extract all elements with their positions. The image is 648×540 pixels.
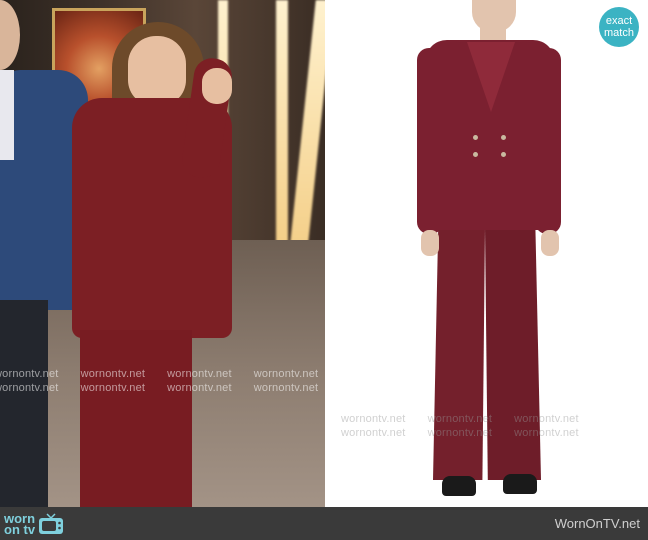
watermark-row: wornontv.net wornontv.net wornontv.net worn… — [0, 382, 427, 394]
watermark-text: wornontv.net — [427, 427, 493, 439]
man-shirt — [0, 70, 14, 160]
watermark-row: wornontv.net wornontv.net wornontv.net — [341, 413, 601, 425]
logo-wordmark: worn on tv — [4, 512, 36, 537]
watermark-text: wornontv.net — [253, 382, 319, 394]
blazer-button — [501, 152, 506, 157]
watermark-text: wornontv.net — [0, 368, 59, 380]
man-pants — [0, 300, 48, 507]
site-name-label[interactable]: WornOnTV.net — [555, 516, 640, 531]
flare-trouser-right — [485, 228, 541, 480]
wornontv-logo[interactable]: worn on tv — [4, 510, 64, 537]
exact-match-badge: exact match — [599, 7, 639, 47]
watermark-text: wornontv.net — [253, 368, 319, 380]
watermark-text: wornontv.net — [0, 382, 59, 394]
woman-face — [128, 36, 186, 106]
watermark-text: wornontv.net — [514, 413, 579, 425]
watermark-text: wornontv.net — [341, 427, 406, 439]
burgundy-trousers — [80, 330, 192, 507]
blazer-button — [473, 135, 478, 140]
badge-line-1: exact — [605, 15, 633, 27]
shoe-left — [442, 476, 476, 496]
watermark-text: wornontv.net — [341, 413, 406, 425]
watermark-text: wornontv.net — [80, 382, 146, 394]
model-hand-left — [421, 230, 439, 256]
watermark-text: wornontv.net — [167, 382, 232, 394]
watermark-text: wornontv.net — [167, 368, 232, 380]
watermark-text: wornontv.net — [80, 368, 146, 380]
tv-still-photo — [0, 0, 325, 507]
blazer-button — [501, 135, 506, 140]
watermark-row: wornontv.net wornontv.net wornontv.net worn… — [0, 368, 427, 380]
badge-line-2: match — [604, 27, 634, 39]
logo-word-bottom: on tv — [4, 521, 36, 537]
blazer-button — [473, 152, 478, 157]
footer-bar: worn on tv WornOnTV.net — [0, 507, 648, 540]
watermark-text: wornontv.net — [340, 382, 405, 394]
watermark-text: wornontv.net — [340, 368, 405, 380]
model-hand-right — [541, 230, 559, 256]
watermark-text: wornontv.net — [427, 413, 493, 425]
tv-icon — [39, 512, 64, 534]
watermark-row: wornontv.net wornontv.net wornontv.net — [341, 427, 601, 439]
blazer-lapel — [467, 42, 515, 112]
pointing-hand — [202, 68, 232, 104]
flare-trouser-left — [433, 228, 485, 480]
watermark-text: wornontv.net — [514, 427, 579, 439]
shoe-right — [503, 474, 537, 494]
